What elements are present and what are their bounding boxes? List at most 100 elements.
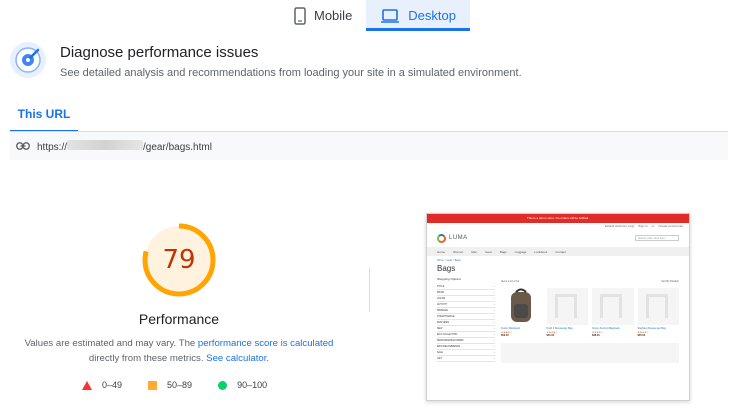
store-sidebar: Shopping Options STYLE ⌄ PRICE ⌄ COLOR ⌄ ACTIV… <box>437 277 495 363</box>
legend-fail: 0–49 <box>82 380 122 390</box>
filter-label: FEATURES <box>437 321 450 324</box>
filter-label: STYLE <box>437 285 445 288</box>
placeholder-logo-icon <box>645 294 668 318</box>
chevron-down-icon: ⌄ <box>493 334 495 336</box>
product-info: Fusion Backpack ★★★★☆ $59.00 <box>501 327 543 339</box>
note-text-2: directly from these metrics. <box>88 353 207 364</box>
page-screenshot[interactable]: This is a demo store. No orders will be … <box>426 213 690 401</box>
product-info: Push It Messenger Bag ★★★★☆ $45.00 <box>547 327 589 339</box>
filter-label: PERFORMANCE FABRIC <box>437 339 464 342</box>
nav-item: Home <box>437 249 446 254</box>
performance-label: Performance <box>138 311 220 327</box>
square-icon <box>148 380 158 390</box>
filter-label: ECO COLLECTION <box>437 333 458 336</box>
performance-score-link[interactable]: performance score is calculated <box>198 338 333 349</box>
chevron-down-icon: ⌄ <box>493 316 495 318</box>
tab-mobile-label: Mobile <box>314 8 353 23</box>
product-image <box>501 288 543 325</box>
top-link: Create an Account <box>658 224 683 228</box>
placeholder-logo-icon <box>600 294 622 318</box>
product-card: Crown Summit Backpack ★★★★☆ $38.00 <box>592 288 634 339</box>
filter-label: NEW <box>437 327 443 330</box>
chevron-down-icon: ⌄ <box>493 310 495 312</box>
store-search: Search entire store here... <box>635 235 679 241</box>
tab-desktop[interactable]: Desktop <box>366 0 470 31</box>
placeholder-logo-icon <box>554 294 577 318</box>
device-tabs: Mobile Desktop <box>280 0 470 31</box>
filter-label: PRICE <box>437 291 445 294</box>
product-row-2 <box>501 343 679 363</box>
backpack-image <box>511 288 531 322</box>
demo-banner: This is a demo store. No orders will be … <box>427 214 689 223</box>
chevron-down-icon: ⌄ <box>493 346 495 348</box>
chevron-down-icon: ⌄ <box>493 322 495 324</box>
store-logo: LUMA <box>437 233 468 243</box>
toolbar-count: Items 1-12 of 14 <box>501 279 520 283</box>
store-page-title: Bags <box>437 264 456 273</box>
top-link: Sign In <box>638 224 648 228</box>
sidebar-heading: Shopping Options <box>437 277 461 281</box>
performance-gauge: 79 <box>141 222 217 298</box>
legend-pass: 90–100 <box>218 380 267 390</box>
score-legend: 0–49 50–89 90–100 <box>82 380 267 390</box>
tab-this-url-label: This URL <box>17 107 71 121</box>
filter-label: GIFT <box>437 357 443 360</box>
filter-label: COLOR <box>437 297 446 300</box>
circle-icon <box>218 380 228 390</box>
nav-item: Contact <box>555 249 566 254</box>
store-nav: Home Women Men Gear Bags Luggage Lookboo… <box>427 247 689 256</box>
store-body: Shopping Options STYLE ⌄ PRICE ⌄ COLOR ⌄ ACTIV… <box>427 273 689 363</box>
laptop-icon <box>381 8 400 23</box>
nav-item: Men <box>471 249 478 254</box>
chevron-down-icon: ⌄ <box>493 328 495 330</box>
product-image <box>546 288 588 325</box>
legend-average-range: 50–89 <box>167 380 193 390</box>
filter-label: MATERIAL <box>437 309 449 312</box>
chevron-down-icon: ⌄ <box>493 358 495 360</box>
product-info: Wayfarer Messenger Bag ★★★★☆ $45.00 <box>638 327 680 339</box>
note-text-1: Values are estimated and may vary. The <box>24 338 198 349</box>
diagnose-subtitle: See detailed analysis and recommendation… <box>60 67 522 79</box>
product-price: $59.00 <box>501 334 509 337</box>
see-calculator-link[interactable]: See calculator. <box>206 353 269 364</box>
product-image <box>637 288 679 325</box>
legend-fail-range: 0–49 <box>102 380 123 390</box>
chevron-down-icon: ⌄ <box>493 298 495 300</box>
top-link: or <box>651 224 655 228</box>
toolbar-sort: Sort By Position <box>661 279 679 283</box>
chevron-down-icon: ⌄ <box>493 304 495 306</box>
chevron-down-icon: ⌄ <box>493 286 495 288</box>
tab-desktop-label: Desktop <box>408 8 456 23</box>
legend-pass-range: 90–100 <box>237 380 268 390</box>
filter-label: ACTIVITY <box>437 303 448 306</box>
luma-logo-icon <box>437 233 446 243</box>
logo-text: LUMA <box>449 235 468 241</box>
diagnose-icon <box>10 42 46 78</box>
vertical-divider <box>369 268 370 312</box>
chevron-down-icon: ⌄ <box>493 340 495 342</box>
product-info: Crown Summit Backpack ★★★★☆ $38.00 <box>592 327 634 339</box>
diagnose-section: Diagnose performance issues See detailed… <box>10 42 522 79</box>
tab-mobile[interactable]: Mobile <box>280 0 366 31</box>
performance-score: 79 <box>162 245 196 275</box>
url-prefix: https:// <box>37 141 68 153</box>
nav-item: Bags <box>499 249 507 254</box>
product-price: $45.00 <box>637 334 646 337</box>
product-price: $38.00 <box>592 334 600 337</box>
triangle-icon <box>82 380 92 390</box>
store-toolbar: Items 1-12 of 14 Sort By Position <box>501 277 679 285</box>
product-price: $45.00 <box>546 334 555 337</box>
url-bar: https:// /gear/bags.html <box>10 132 728 160</box>
performance-note: Values are estimated and may vary. The p… <box>16 336 342 366</box>
product-card: Push It Messenger Bag ★★★★☆ $45.00 <box>546 288 589 339</box>
product-card: Fusion Backpack ★★★★☆ $59.00 <box>501 288 543 339</box>
product-image <box>592 288 634 325</box>
nav-item: Lookbook <box>534 249 548 254</box>
nav-item: Luggage <box>514 249 527 254</box>
tab-this-url[interactable]: This URL <box>10 96 78 133</box>
top-link: Default welcome msg! <box>604 224 635 228</box>
filter-label: STRAP/HANDLE <box>437 315 455 318</box>
filter-label: SALE <box>437 351 443 354</box>
chevron-down-icon: ⌄ <box>493 292 495 294</box>
legend-average: 50–89 <box>148 380 192 390</box>
